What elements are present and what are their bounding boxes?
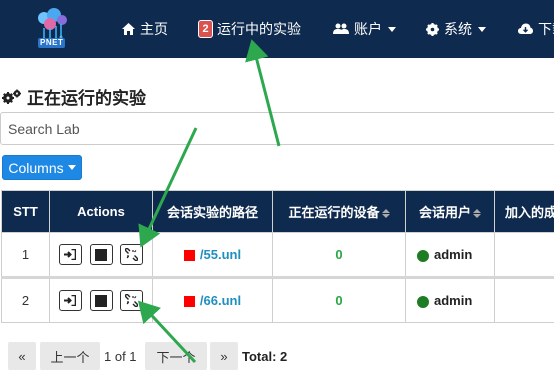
- nav-system-dropdown[interactable]: 系统: [426, 0, 486, 58]
- row-stt: 1: [1, 232, 50, 278]
- header-actions: Actions: [49, 190, 153, 233]
- header-session-user[interactable]: 会话用户: [405, 190, 495, 233]
- logo-text: PNET: [38, 38, 66, 48]
- row-lab-path: /55.unl: [152, 232, 273, 278]
- table-row: 2 /66.unl 0 admin: [1, 276, 554, 323]
- online-status-icon: [417, 295, 429, 308]
- stop-lab-button[interactable]: [89, 244, 113, 265]
- top-navbar: PNET 主页 2 运行中的实验 账户 系统 下载: [0, 0, 554, 58]
- nav-download-label: 下载: [538, 21, 554, 37]
- chevron-down-icon: [67, 165, 76, 170]
- table-row: 1 /55.unl 0 admin: [1, 232, 554, 278]
- row-actions: [49, 276, 153, 323]
- sort-icon[interactable]: [381, 209, 390, 219]
- gear-icon: [426, 22, 439, 36]
- stop-icon: [95, 294, 107, 307]
- running-count-badge: 2: [198, 20, 213, 38]
- chevron-down-icon: [388, 26, 396, 32]
- lab-status-indicator: [183, 250, 195, 262]
- pagination-first-button[interactable]: «: [8, 342, 36, 370]
- page-title-text: 正在运行的实验: [27, 89, 146, 108]
- lab-path-link[interactable]: /66.unl: [200, 293, 241, 308]
- sort-icon[interactable]: [473, 209, 481, 219]
- cogs-icon: [2, 89, 21, 104]
- join-lab-button[interactable]: [58, 290, 82, 311]
- sign-in-icon: [64, 249, 77, 260]
- header-stt[interactable]: STT: [1, 190, 50, 233]
- table-header-row: STT Actions 会话实验的路径 正在运行的设备 会话用户 加入的成员: [1, 190, 554, 233]
- row-stt: 2: [1, 276, 50, 323]
- stop-icon: [95, 248, 107, 261]
- join-lab-button[interactable]: [58, 244, 82, 265]
- nav-accounts-dropdown[interactable]: 账户: [333, 0, 396, 58]
- nav-running-labs[interactable]: 2 运行中的实验: [198, 0, 301, 58]
- pagination-prev-button[interactable]: 上一个: [40, 342, 100, 370]
- nav-accounts-label: 账户: [354, 21, 382, 37]
- detach-lab-button[interactable]: [120, 244, 144, 265]
- pagination-last-button[interactable]: »: [210, 342, 238, 370]
- unlink-icon: [125, 294, 139, 307]
- pagination-total: Total: 2: [242, 348, 288, 364]
- nav-home-label: 主页: [140, 21, 168, 37]
- nav-download[interactable]: 下载: [518, 0, 554, 58]
- page-title: 正在运行的实验: [2, 84, 146, 109]
- header-lab-path[interactable]: 会话实验的路径: [152, 190, 273, 233]
- row-joined-members: [494, 276, 554, 323]
- nav-home[interactable]: 主页: [122, 0, 168, 58]
- pagination-next-button[interactable]: 下一个: [145, 342, 207, 370]
- search-lab-input[interactable]: [0, 112, 554, 145]
- stop-lab-button[interactable]: [89, 290, 113, 311]
- row-running-devices: 0: [272, 232, 406, 278]
- detach-lab-button[interactable]: [120, 290, 144, 311]
- header-running-devices[interactable]: 正在运行的设备: [272, 190, 406, 233]
- running-labs-table: STT Actions 会话实验的路径 正在运行的设备 会话用户 加入的成员 1: [1, 190, 554, 323]
- sign-in-icon: [64, 295, 77, 306]
- header-joined-members[interactable]: 加入的成员: [494, 190, 554, 233]
- online-status-icon: [417, 249, 429, 262]
- row-lab-path: /66.unl: [152, 276, 273, 323]
- cloud-download-icon: [518, 23, 533, 34]
- users-icon: [333, 23, 349, 34]
- lab-path-link[interactable]: /55.unl: [200, 247, 241, 262]
- lab-status-indicator: [183, 296, 195, 308]
- nav-system-label: 系统: [444, 21, 472, 37]
- nav-running-label: 运行中的实验: [217, 21, 301, 37]
- row-running-devices: 0: [272, 276, 406, 323]
- pagination-info: 1 of 1: [104, 348, 137, 364]
- row-joined-members: [494, 232, 554, 278]
- home-icon: [122, 23, 135, 35]
- unlink-icon: [125, 248, 139, 261]
- row-session-user: admin: [405, 232, 495, 278]
- row-actions: [49, 232, 153, 278]
- row-session-user: admin: [405, 276, 495, 323]
- chevron-down-icon: [478, 26, 486, 32]
- columns-button-label: Columns: [8, 159, 64, 176]
- columns-button[interactable]: Columns: [2, 155, 82, 180]
